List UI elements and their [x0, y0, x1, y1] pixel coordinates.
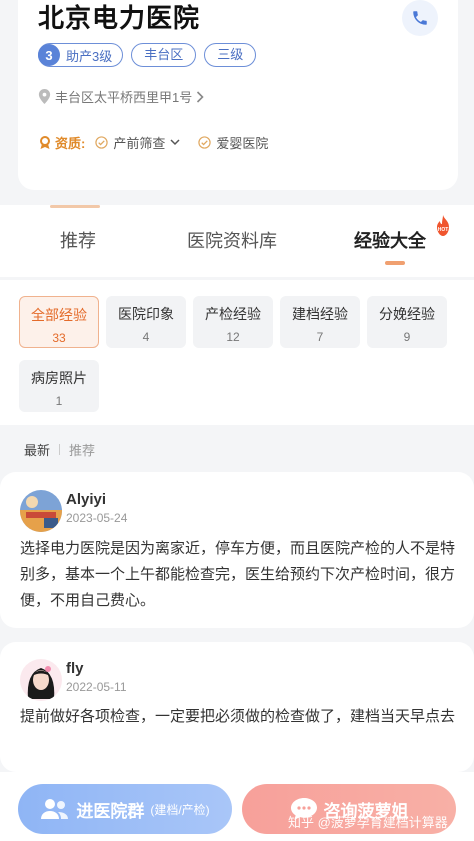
filter-registration[interactable]: 建档经验 7	[280, 296, 360, 348]
experience-post[interactable]: fly 2022-05-11 提前做好各项检查，一定要把必须做的检查做了，建档当…	[0, 642, 474, 772]
avatar[interactable]	[20, 659, 62, 701]
filter-label: 全部经验	[31, 307, 87, 323]
location-pin-icon	[38, 89, 51, 104]
avatar-image	[20, 659, 62, 701]
hospital-tags: 3 助产3级 丰台区 三级	[38, 43, 257, 67]
post-content: 选择电力医院是因为离家近，停车方便，而且医院产检的人不是特别多，基本一个上午都能…	[20, 540, 456, 609]
filter-label: 病房照片	[31, 370, 87, 386]
avatar[interactable]	[20, 490, 62, 532]
filter-count: 12	[226, 330, 240, 344]
filter-label: 产检经验	[205, 306, 261, 322]
filter-label: 医院印象	[118, 306, 174, 322]
hot-badge-icon: HOT	[437, 215, 449, 236]
post-date: 2022-05-11	[66, 680, 127, 694]
post-username: Alyiyi	[66, 491, 107, 508]
join-group-sublabel: (建档/产检)	[150, 802, 210, 817]
filter-delivery[interactable]: 分娩经验 9	[367, 296, 447, 348]
filter-ward-photos[interactable]: 病房照片 1	[19, 360, 99, 412]
tab-hospital-database[interactable]: 医院资料库	[187, 227, 277, 253]
qualifications-label: 资质:	[38, 133, 85, 152]
filter-count: 1	[55, 394, 63, 408]
filter-count: 7	[316, 330, 324, 344]
watermark-text: 知乎 @菠萝孕育建档计算器	[288, 815, 448, 830]
qualification-item-prenatal[interactable]: 产前筛查	[95, 133, 180, 152]
award-icon	[40, 135, 50, 149]
chevron-down-icon	[170, 139, 180, 146]
group-icon	[41, 799, 69, 819]
tab-recommended[interactable]: 推荐	[60, 227, 96, 253]
filter-count: 9	[403, 330, 411, 344]
join-hospital-group-button[interactable]: 进医院群 (建档/产检)	[18, 784, 232, 834]
filter-hospital-impression[interactable]: 医院印象 4	[106, 296, 186, 348]
sort-latest[interactable]: 最新	[24, 440, 50, 459]
level-tag: 3 助产3级	[38, 43, 124, 67]
avatar-image	[20, 490, 62, 532]
filter-count: 33	[52, 331, 66, 345]
experience-filters: 全部经验 33 医院印象 4 产检经验 12 建档经验 7 分娩经验 9 病房照…	[0, 280, 474, 425]
level-number: 3	[38, 44, 60, 66]
address-text: 丰台区太平桥西里甲1号	[55, 90, 193, 105]
chevron-right-icon	[197, 90, 204, 103]
tab-experience[interactable]: 经验大全	[354, 227, 426, 253]
tab-top-accent	[50, 205, 100, 208]
join-group-label: 进医院群	[76, 801, 145, 821]
level-label: 助产3级	[66, 48, 113, 64]
qualification-item-baby-friendly: 爱婴医院	[198, 133, 268, 152]
sort-bar: 最新 推荐	[0, 428, 474, 470]
hospital-address[interactable]: 丰台区太平桥西里甲1号	[38, 87, 204, 106]
filter-label: 建档经验	[292, 306, 348, 322]
experience-post[interactable]: Alyiyi 2023-05-24 选择电力医院是因为离家近，停车方便，而且医院…	[0, 472, 474, 628]
filter-prenatal-exam[interactable]: 产检经验 12	[193, 296, 273, 348]
phone-icon	[413, 11, 427, 25]
qualifications: 资质: 产前筛查 爱婴医院	[38, 133, 286, 152]
hot-badge-text: HOT	[438, 227, 449, 233]
hospital-name: 北京电力医院	[38, 3, 201, 33]
check-circle-icon	[95, 136, 109, 149]
filter-all[interactable]: 全部经验 33	[19, 296, 99, 348]
post-username: fly	[66, 660, 84, 677]
grade-tag: 三级	[204, 43, 257, 67]
sort-recommended[interactable]: 推荐	[69, 440, 95, 459]
tab-bar: 推荐 医院资料库 经验大全 HOT	[0, 205, 474, 277]
phone-button[interactable]	[402, 0, 438, 36]
hospital-card: 北京电力医院 3 助产3级 丰台区 三级 丰台区太平桥西里甲1号 资质: 产前筛…	[18, 0, 458, 190]
sort-divider	[59, 443, 61, 455]
district-tag: 丰台区	[131, 43, 197, 67]
post-content: 提前做好各项检查，一定要把必须做的检查做了，建档当天早点去	[20, 708, 456, 725]
active-tab-indicator	[385, 261, 405, 265]
check-circle-icon	[198, 136, 212, 149]
filter-count: 4	[142, 330, 150, 344]
post-date: 2023-05-24	[66, 511, 128, 525]
filter-label: 分娩经验	[379, 306, 435, 322]
